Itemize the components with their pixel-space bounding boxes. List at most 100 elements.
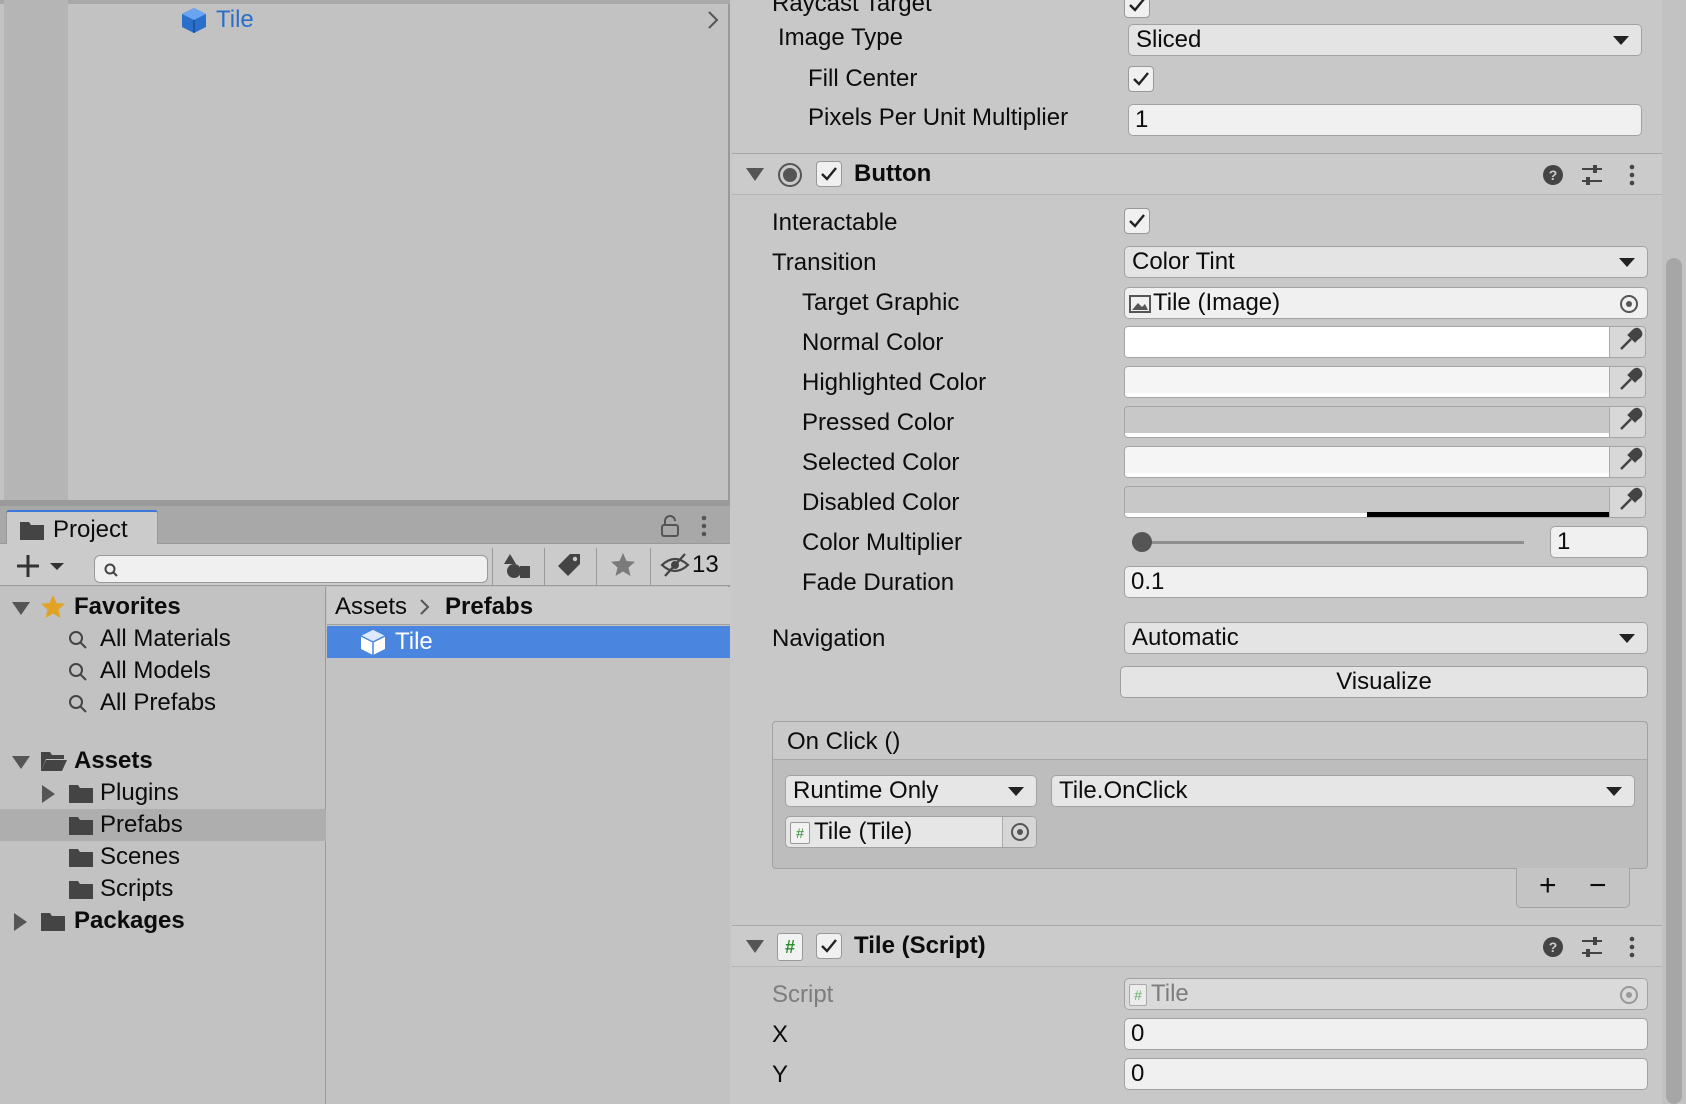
image-type-dropdown[interactable]: Sliced [1128, 24, 1642, 56]
tile-script-component-title: Tile (Script) [854, 932, 986, 959]
ppu-multiplier-label: Pixels Per Unit Multiplier [808, 104, 1069, 131]
scrollbar-thumb[interactable] [1666, 258, 1682, 1104]
help-icon[interactable]: ? [1542, 936, 1564, 958]
tree-item-all-prefabs[interactable]: All Prefabs [0, 687, 326, 719]
filter-by-type-icon[interactable] [504, 552, 532, 580]
object-picker-icon[interactable] [1619, 294, 1639, 314]
onclick-title: On Click () [787, 728, 901, 755]
interactable-checkbox[interactable] [1124, 208, 1150, 234]
highlighted-color-field[interactable] [1124, 366, 1646, 398]
highlighted-color-label: Highlighted Color [802, 369, 987, 396]
fold-triangle-icon[interactable] [746, 940, 764, 953]
target-graphic-field[interactable]: Tile (Image) [1124, 287, 1648, 319]
add-listener-button[interactable]: + [1539, 868, 1557, 904]
tile-script-enabled-checkbox[interactable] [816, 933, 842, 959]
selected-color-field[interactable] [1124, 446, 1646, 478]
inspector-scrollbar[interactable] [1662, 0, 1686, 1104]
tab-project[interactable]: Project [6, 510, 158, 545]
eyedropper-icon[interactable] [1609, 407, 1645, 437]
selected-color-label: Selected Color [802, 449, 960, 476]
expand-triangle-icon[interactable] [12, 756, 30, 769]
target-object-value: Tile (Tile) [814, 818, 913, 845]
inspector-panel: Raycast Target Image Type Sliced Fill Ce… [732, 0, 1686, 1104]
tree-favorites-label: Favorites [74, 593, 181, 620]
lock-icon[interactable] [660, 515, 680, 537]
hierarchy-item-tile[interactable]: Tile [180, 4, 254, 36]
tree-item-prefabs[interactable]: Prefabs [0, 809, 326, 841]
tree-item-label: Scripts [100, 875, 174, 902]
script-hash-icon: # [777, 933, 803, 961]
tree-item-all-materials[interactable]: All Materials [0, 623, 326, 655]
tree-packages[interactable]: Packages [0, 905, 326, 937]
navigation-dropdown[interactable]: Automatic [1124, 622, 1648, 654]
star-icon[interactable] [610, 552, 636, 578]
normal-color-field[interactable] [1124, 326, 1646, 358]
button-enabled-checkbox[interactable] [816, 161, 842, 187]
visualize-button[interactable]: Visualize [1120, 666, 1648, 698]
expand-triangle-icon[interactable] [12, 602, 30, 615]
hierarchy-gutter [4, 0, 68, 505]
more-options-icon[interactable] [1628, 164, 1636, 186]
color-multiplier-field[interactable]: 1 [1550, 526, 1648, 558]
tree-item-scenes[interactable]: Scenes [0, 841, 326, 873]
eyedropper-icon[interactable] [1609, 447, 1645, 477]
tree-assets[interactable]: Assets [0, 745, 326, 777]
interactable-label: Interactable [772, 209, 898, 236]
create-plus-icon[interactable] [16, 553, 70, 579]
target-graphic-label: Target Graphic [802, 289, 960, 316]
file-item-tile[interactable]: Tile [327, 626, 730, 658]
eyedropper-icon[interactable] [1609, 367, 1645, 397]
hidden-eye-icon[interactable] [660, 552, 690, 578]
normal-color-label: Normal Color [802, 329, 944, 356]
fade-duration-field[interactable]: 0.1 [1124, 566, 1648, 598]
slider-thumb[interactable] [1132, 532, 1152, 552]
y-field[interactable]: 0 [1124, 1058, 1648, 1090]
function-dropdown[interactable]: Tile.OnClick [1051, 775, 1635, 807]
more-options-icon[interactable] [1628, 936, 1636, 958]
target-object-field[interactable]: # Tile (Tile) [785, 816, 1037, 848]
more-options-icon[interactable] [700, 515, 708, 537]
search-input[interactable] [94, 555, 488, 583]
runtime-mode-dropdown[interactable]: Runtime Only [785, 775, 1037, 807]
breadcrumb-assets[interactable]: Assets [335, 593, 407, 621]
folder-icon [19, 519, 45, 541]
folder-open-icon [40, 750, 68, 772]
tree-item-all-models[interactable]: All Models [0, 655, 326, 687]
chevron-right-icon[interactable] [706, 10, 720, 30]
presets-sliders-icon[interactable] [1580, 164, 1604, 186]
help-icon[interactable]: ? [1542, 164, 1564, 186]
button-component-header[interactable]: Button ? [732, 153, 1662, 195]
normal-color-alpha [1125, 353, 1609, 357]
tree-favorites[interactable]: Favorites [0, 591, 326, 623]
transition-dropdown[interactable]: Color Tint [1124, 246, 1648, 278]
disabled-color-alpha [1125, 513, 1367, 517]
search-icon [68, 694, 88, 714]
project-toolbar: 13 [0, 544, 730, 586]
remove-listener-button[interactable]: − [1589, 868, 1607, 904]
collapsed-triangle-icon[interactable] [42, 785, 55, 803]
eyedropper-icon[interactable] [1609, 487, 1645, 517]
x-field[interactable]: 0 [1124, 1018, 1648, 1050]
fill-center-checkbox[interactable] [1128, 66, 1154, 92]
tree-item-plugins[interactable]: Plugins [0, 777, 326, 809]
star-icon [40, 595, 66, 619]
onclick-footer: + − [1516, 868, 1630, 908]
pressed-color-field[interactable] [1124, 406, 1646, 438]
object-picker-icon[interactable] [1002, 817, 1036, 847]
tile-script-component-header[interactable]: # Tile (Script) ? [732, 925, 1662, 967]
raycast-target-checkbox[interactable] [1124, 0, 1150, 18]
collapsed-triangle-icon[interactable] [14, 913, 27, 931]
project-panel: Project 13 Favorites All Materials All M… [0, 506, 730, 1104]
breadcrumb-prefabs[interactable]: Prefabs [445, 593, 533, 621]
x-label: X [772, 1021, 789, 1048]
filter-by-label-icon[interactable] [556, 552, 582, 578]
fold-triangle-icon[interactable] [746, 168, 764, 181]
tree-item-scripts[interactable]: Scripts [0, 873, 326, 905]
chevron-down-icon [1619, 258, 1635, 267]
presets-sliders-icon[interactable] [1580, 936, 1604, 958]
button-component-icon [777, 162, 803, 188]
disabled-color-field[interactable] [1124, 486, 1646, 518]
folder-icon [40, 910, 66, 932]
ppu-multiplier-field[interactable]: 1 [1128, 104, 1642, 136]
eyedropper-icon[interactable] [1609, 327, 1645, 357]
